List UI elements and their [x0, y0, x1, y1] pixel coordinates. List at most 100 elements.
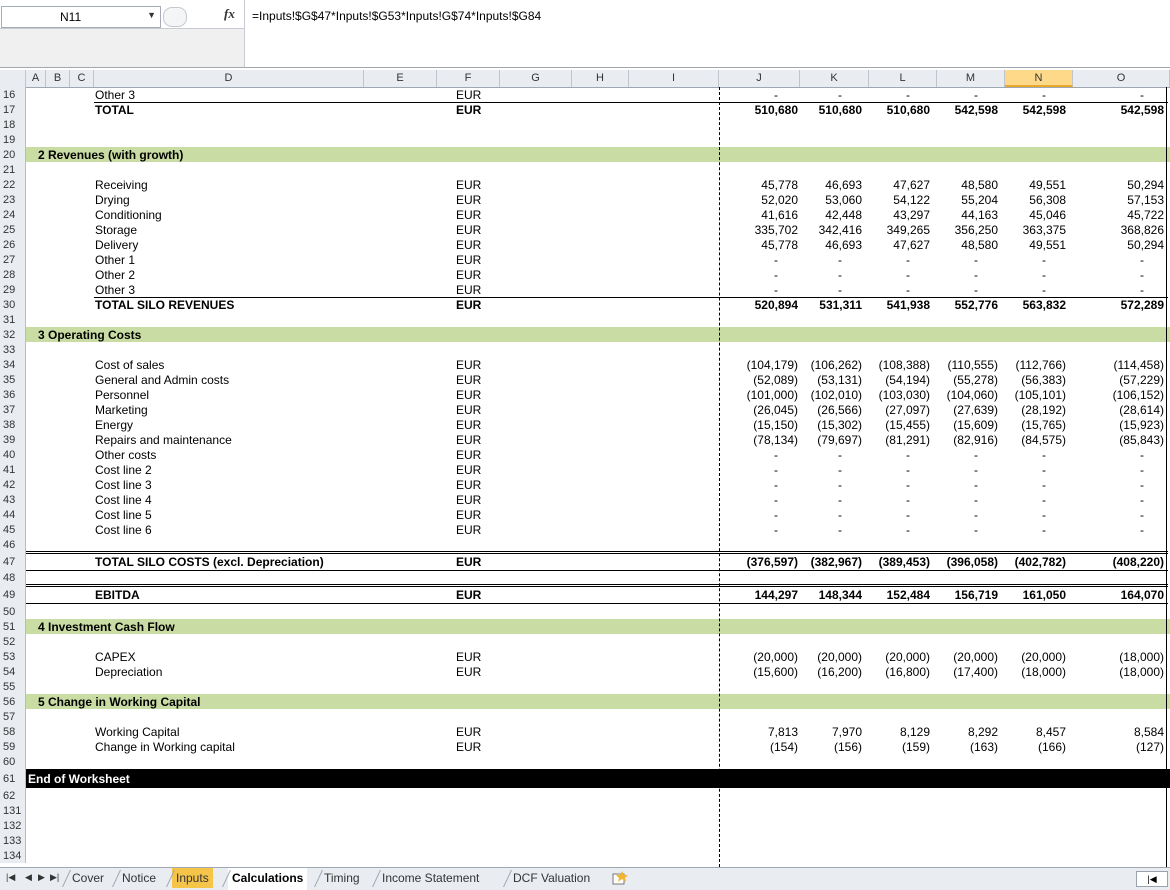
value-cell-m[interactable]: -	[974, 462, 978, 477]
value-cell-l[interactable]: -	[906, 462, 910, 477]
column-header-j[interactable]: J	[719, 70, 800, 87]
row-header[interactable]: 131	[0, 803, 26, 818]
value-cell-o[interactable]: 164,070	[1121, 585, 1164, 604]
value-cell-n[interactable]: -	[1042, 492, 1046, 507]
value-cell-o[interactable]: (85,843)	[1119, 432, 1164, 447]
row-label[interactable]: Other 1	[95, 252, 135, 267]
column-header-l[interactable]: L	[869, 70, 937, 87]
row-header[interactable]: 56	[0, 694, 26, 709]
value-cell-n[interactable]: 56,308	[1029, 192, 1066, 207]
row-header[interactable]: 24	[0, 207, 26, 222]
value-cell-l[interactable]: -	[906, 282, 910, 297]
value-cell-n[interactable]: (56,383)	[1021, 372, 1066, 387]
row-header[interactable]: 50	[0, 604, 26, 619]
value-cell-k[interactable]: (106,262)	[811, 357, 862, 372]
sheet-tab-inputs[interactable]: Inputs	[172, 868, 213, 888]
value-cell-m[interactable]: (27,639)	[953, 402, 998, 417]
value-cell-k[interactable]: -	[838, 447, 842, 462]
row-header[interactable]: 59	[0, 739, 26, 754]
value-cell-m[interactable]: (55,278)	[953, 372, 998, 387]
value-cell-o[interactable]: 50,294	[1127, 177, 1164, 192]
row-header[interactable]: 48	[0, 571, 26, 585]
value-cell-o[interactable]: (15,923)	[1119, 417, 1164, 432]
value-cell-m[interactable]: 48,580	[961, 177, 998, 192]
row-header[interactable]: 43	[0, 492, 26, 507]
value-cell-l[interactable]: (16,800)	[885, 664, 930, 679]
row-label[interactable]: TOTAL SILO REVENUES	[95, 297, 234, 312]
value-cell-l[interactable]: 152,484	[887, 585, 930, 604]
column-header-d[interactable]: D	[94, 70, 364, 87]
value-cell-k[interactable]: (79,697)	[817, 432, 862, 447]
insert-sheet-icon[interactable]	[612, 871, 628, 885]
value-cell-j[interactable]: -	[774, 282, 778, 297]
value-cell-n[interactable]: (166)	[1038, 739, 1066, 754]
value-cell-o[interactable]: -	[1140, 522, 1144, 537]
row-label[interactable]: Cost line 4	[95, 492, 152, 507]
value-cell-k[interactable]: 46,693	[825, 177, 862, 192]
value-cell-k[interactable]: 42,448	[825, 207, 862, 222]
row-label[interactable]: Change in Working capital	[95, 739, 235, 754]
value-cell-l[interactable]: (20,000)	[885, 649, 930, 664]
value-cell-o[interactable]: 50,294	[1127, 237, 1164, 252]
row-label[interactable]: Working Capital	[95, 724, 179, 739]
value-cell-j[interactable]: 45,778	[761, 177, 798, 192]
row-header[interactable]: 16	[0, 87, 26, 102]
row-label[interactable]: General and Admin costs	[95, 372, 229, 387]
unit-cell[interactable]: EUR	[456, 492, 481, 507]
unit-cell[interactable]: EUR	[456, 432, 481, 447]
row-header[interactable]: 42	[0, 477, 26, 492]
value-cell-o[interactable]: -	[1140, 462, 1144, 477]
value-cell-j[interactable]: 45,778	[761, 237, 798, 252]
row-header[interactable]: 17	[0, 102, 26, 117]
unit-cell[interactable]: EUR	[456, 649, 481, 664]
unit-cell[interactable]: EUR	[456, 222, 481, 237]
value-cell-k[interactable]: (16,200)	[817, 664, 862, 679]
unit-cell[interactable]: EUR	[456, 387, 481, 402]
value-cell-k[interactable]: 342,416	[819, 222, 862, 237]
row-header[interactable]: 22	[0, 177, 26, 192]
value-cell-n[interactable]: -	[1042, 462, 1046, 477]
function-icon[interactable]: fx	[224, 6, 235, 22]
row-label[interactable]: TOTAL	[95, 102, 134, 117]
value-cell-m[interactable]: -	[974, 447, 978, 462]
row-header[interactable]: 32	[0, 327, 26, 342]
value-cell-m[interactable]: (163)	[970, 739, 998, 754]
value-cell-j[interactable]: (376,597)	[747, 552, 798, 571]
value-cell-n[interactable]: 49,551	[1029, 237, 1066, 252]
column-header-g[interactable]: G	[500, 70, 572, 87]
row-label[interactable]: Energy	[95, 417, 133, 432]
value-cell-m[interactable]: (104,060)	[947, 387, 998, 402]
value-cell-n[interactable]: (112,766)	[1016, 357, 1066, 372]
horizontal-scrollbar[interactable]: |◀	[1136, 871, 1168, 887]
sheet-tab-timing[interactable]: Timing	[320, 868, 364, 888]
value-cell-o[interactable]: (57,229)	[1119, 372, 1164, 387]
unit-cell[interactable]: EUR	[456, 177, 481, 192]
value-cell-n[interactable]: -	[1042, 87, 1046, 102]
value-cell-m[interactable]: (15,609)	[953, 417, 998, 432]
value-cell-j[interactable]: (78,134)	[753, 432, 798, 447]
value-cell-k[interactable]: (15,302)	[817, 417, 862, 432]
value-cell-l[interactable]: -	[906, 252, 910, 267]
row-header[interactable]: 57	[0, 709, 26, 724]
value-cell-k[interactable]: -	[838, 87, 842, 102]
value-cell-o[interactable]: 57,153	[1127, 192, 1164, 207]
value-cell-k[interactable]: (53,131)	[817, 372, 862, 387]
row-label[interactable]: CAPEX	[95, 649, 136, 664]
value-cell-o[interactable]: -	[1140, 267, 1144, 282]
value-cell-n[interactable]: -	[1042, 507, 1046, 522]
value-cell-n[interactable]: (105,101)	[1015, 387, 1066, 402]
value-cell-k[interactable]: -	[838, 462, 842, 477]
row-label[interactable]: Conditioning	[95, 207, 162, 222]
column-header-o[interactable]: O	[1073, 70, 1170, 87]
value-cell-j[interactable]: -	[774, 87, 778, 102]
value-cell-k[interactable]: 46,693	[825, 237, 862, 252]
unit-cell[interactable]: EUR	[456, 267, 481, 282]
value-cell-o[interactable]: -	[1140, 507, 1144, 522]
row-label[interactable]: EBITDA	[95, 585, 140, 604]
value-cell-o[interactable]: -	[1140, 252, 1144, 267]
value-cell-m[interactable]: -	[974, 492, 978, 507]
value-cell-j[interactable]: 510,680	[755, 102, 798, 117]
row-label[interactable]: Marketing	[95, 402, 148, 417]
value-cell-k[interactable]: -	[838, 252, 842, 267]
value-cell-o[interactable]: 8,584	[1134, 724, 1164, 739]
